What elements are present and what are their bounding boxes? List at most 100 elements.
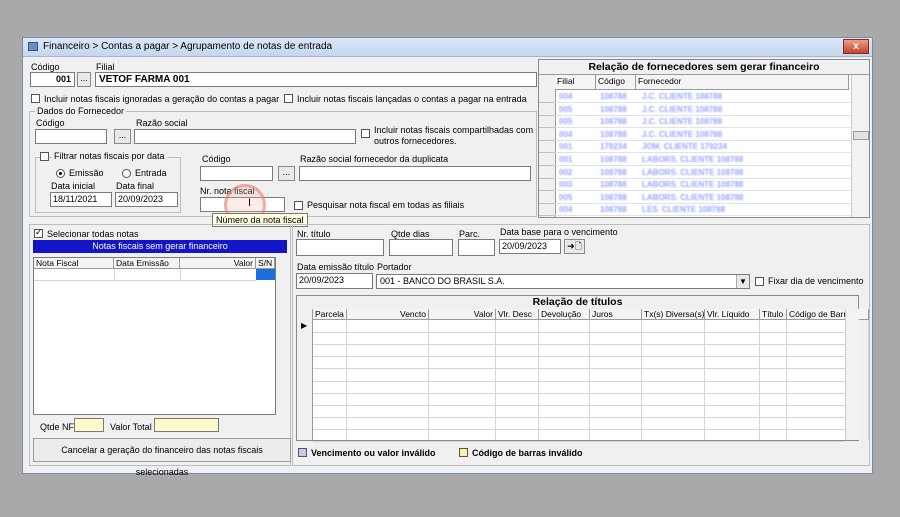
forn-row[interactable]: 005 108788 J.C. CLIENTE 108788: [555, 116, 851, 129]
titulos-hdr[interactable]: Juros: [590, 309, 642, 320]
forn-cell: 108788: [600, 167, 627, 177]
titulos-hdr[interactable]: Vlr. Desc: [496, 309, 539, 320]
notas-hdr-data[interactable]: Data Emissão: [114, 258, 180, 269]
notas-hdr-nota[interactable]: Nota Fiscal: [34, 258, 114, 269]
forn-cell: 004: [559, 129, 573, 139]
titulos-hdr[interactable]: Parcela: [313, 309, 347, 320]
close-button[interactable]: x: [843, 39, 869, 54]
fornecedores-scroll-thumb[interactable]: [853, 131, 869, 140]
forn-cell: J.C. CLIENTE 108788: [642, 117, 723, 127]
data-inicial-input[interactable]: 18/11/2021: [50, 192, 112, 207]
codigo2-lookup-button[interactable]: ...: [278, 166, 295, 181]
data-emissao-input[interactable]: 20/09/2023: [296, 273, 373, 289]
forn-row[interactable]: 005 108788 J.C. CLIENTE 108788: [555, 104, 851, 116]
radio-entrada[interactable]: [122, 169, 131, 178]
portador-select[interactable]: 001 - BANCO DO BRASIL S.A. ▼: [376, 274, 750, 289]
chk-lancadas[interactable]: [284, 94, 293, 103]
notas-hdr-sn[interactable]: S/N: [256, 258, 275, 269]
titulos-row-divider: [313, 344, 845, 346]
titulos-grid[interactable]: Relação de títulos ▶ Parcela Vencto Valor V…: [296, 295, 869, 442]
forn-lookup-button[interactable]: ...: [114, 129, 131, 144]
main-window: Financeiro > Contas a pagar > Agrupament…: [22, 37, 873, 477]
razao-dup-input[interactable]: [299, 166, 531, 181]
chk-compartilhadas[interactable]: [361, 129, 370, 138]
chk-fixar-dia[interactable]: [755, 277, 764, 286]
fornecedores-scrollbar[interactable]: [851, 75, 869, 217]
titulos-hdr[interactable]: Devolução: [539, 309, 590, 320]
fornecedores-title: Relação de fornecedores sem gerar financ…: [539, 60, 869, 75]
chk-pesquisar[interactable]: [294, 201, 303, 210]
forn-row-indicator[interactable]: [539, 192, 555, 204]
titulos-hdr[interactable]: Vlr. Líquido: [705, 309, 760, 320]
forn-row-indicator[interactable]: [539, 91, 555, 103]
fixar-label: Fixar dia de vencimento: [768, 276, 864, 286]
titulos-hdr[interactable]: Vencto: [347, 309, 429, 320]
radio-emissao[interactable]: [56, 169, 65, 178]
notas-title: Notas fiscais sem gerar financeiro: [33, 240, 287, 253]
forn-hdr-filial[interactable]: Filial: [555, 75, 596, 90]
titulos-row-indicators: ▶: [297, 309, 313, 440]
data-base-label: Data base para o vencimento: [500, 227, 618, 237]
forn-row-indicator[interactable]: [539, 141, 555, 154]
forn-row[interactable]: 001 108788 LABORS. CLIENTE 108788: [555, 154, 851, 166]
data-final-value: 20/09/2023: [118, 194, 164, 204]
forn-row[interactable]: 002 108788 LABORS. CLIENTE 108788: [555, 167, 851, 179]
apply-date-button[interactable]: ➜🗋: [564, 239, 585, 254]
titulos-row-divider: [313, 441, 845, 442]
forn-codigo-label: Código: [36, 118, 65, 128]
forn-cell: 001: [559, 142, 573, 152]
parc-input[interactable]: [458, 239, 495, 256]
filial-input[interactable]: VETOF FARMA 001: [95, 72, 537, 87]
notas-col-divider: [114, 269, 115, 280]
chk-filtrar[interactable]: [40, 152, 49, 161]
window-title: Financeiro > Contas a pagar > Agrupament…: [43, 41, 333, 52]
forn-codigo-input[interactable]: [35, 129, 107, 144]
forn-row-indicator[interactable]: [539, 204, 555, 217]
forn-row[interactable]: 003 108788 LABORS. CLIENTE 108788: [555, 179, 851, 192]
notas-grid[interactable]: Nota Fiscal Data Emissão Valor S/N: [33, 257, 276, 415]
cancelar-button[interactable]: Cancelar a geração do financeiro das not…: [33, 438, 291, 477]
forn-row[interactable]: 001 179234 JOM. CLIENTE 179234: [555, 141, 851, 154]
data-base-input[interactable]: 20/09/2023: [499, 239, 561, 254]
legend-barras-swatch: [459, 448, 468, 457]
data-inicial-value: 18/11/2021: [53, 194, 98, 204]
forn-row-indicator[interactable]: [539, 116, 555, 129]
titulos-hdr[interactable]: Tx(s) Diversa(s): [642, 309, 705, 320]
forn-hdr-codigo[interactable]: Código: [596, 75, 636, 90]
codigo2-input[interactable]: [200, 166, 273, 181]
forn-razao-input[interactable]: [134, 129, 356, 144]
titulos-hdr[interactable]: Valor: [429, 309, 496, 320]
forn-cell: 108788: [600, 155, 627, 164]
data-emissao-label: Data emissão título: [297, 262, 375, 272]
chk-lancadas-label: Incluir notas fiscais lançadas o contas …: [297, 94, 527, 104]
codigo-lookup-button[interactable]: ...: [77, 72, 91, 87]
codigo-input[interactable]: 001: [30, 72, 75, 87]
titulos-hdr[interactable]: Título: [760, 309, 787, 320]
forn-row[interactable]: 004 108788 J.C. CLIENTE 108788: [555, 91, 851, 103]
forn-row-indicator[interactable]: [539, 129, 555, 141]
title-bar: Financeiro > Contas a pagar > Agrupament…: [23, 38, 872, 57]
forn-row-indicator[interactable]: [539, 167, 555, 179]
forn-cell: J.C. CLIENTE 108788: [642, 104, 723, 114]
nr-titulo-input[interactable]: [296, 239, 384, 256]
forn-row-indicator[interactable]: [539, 154, 555, 166]
filial-value: VETOF FARMA 001: [99, 74, 190, 85]
forn-cell: 108788: [600, 129, 627, 139]
forn-cell: 004: [559, 92, 573, 101]
data-final-input[interactable]: 20/09/2023: [115, 192, 178, 207]
forn-row[interactable]: 004 108788 LES. CLIENTE 108788: [555, 204, 851, 217]
forn-row-indicator[interactable]: [539, 179, 555, 192]
notas-hdr-valor[interactable]: Valor: [180, 258, 256, 269]
data-base-value: 20/09/2023: [502, 241, 548, 251]
forn-row[interactable]: 005 108788 LABORS. CLIENTE 108788: [555, 192, 851, 204]
chevron-down-icon[interactable]: ▼: [736, 275, 749, 288]
chk-selecionar-todas[interactable]: [34, 227, 43, 238]
titulos-scrollbar[interactable]: [845, 309, 859, 440]
qtde-dias-input[interactable]: [389, 239, 453, 256]
razao-dup-label: Razão social fornecedor da duplicata: [300, 154, 449, 164]
forn-hdr-fornecedor[interactable]: Fornecedor: [636, 75, 849, 90]
chk-ignoradas[interactable]: [31, 94, 40, 103]
forn-row-indicator[interactable]: [539, 104, 555, 116]
notas-sn-cell[interactable]: [256, 269, 275, 280]
forn-row[interactable]: 004 108788 J.C. CLIENTE 108788: [555, 129, 851, 141]
